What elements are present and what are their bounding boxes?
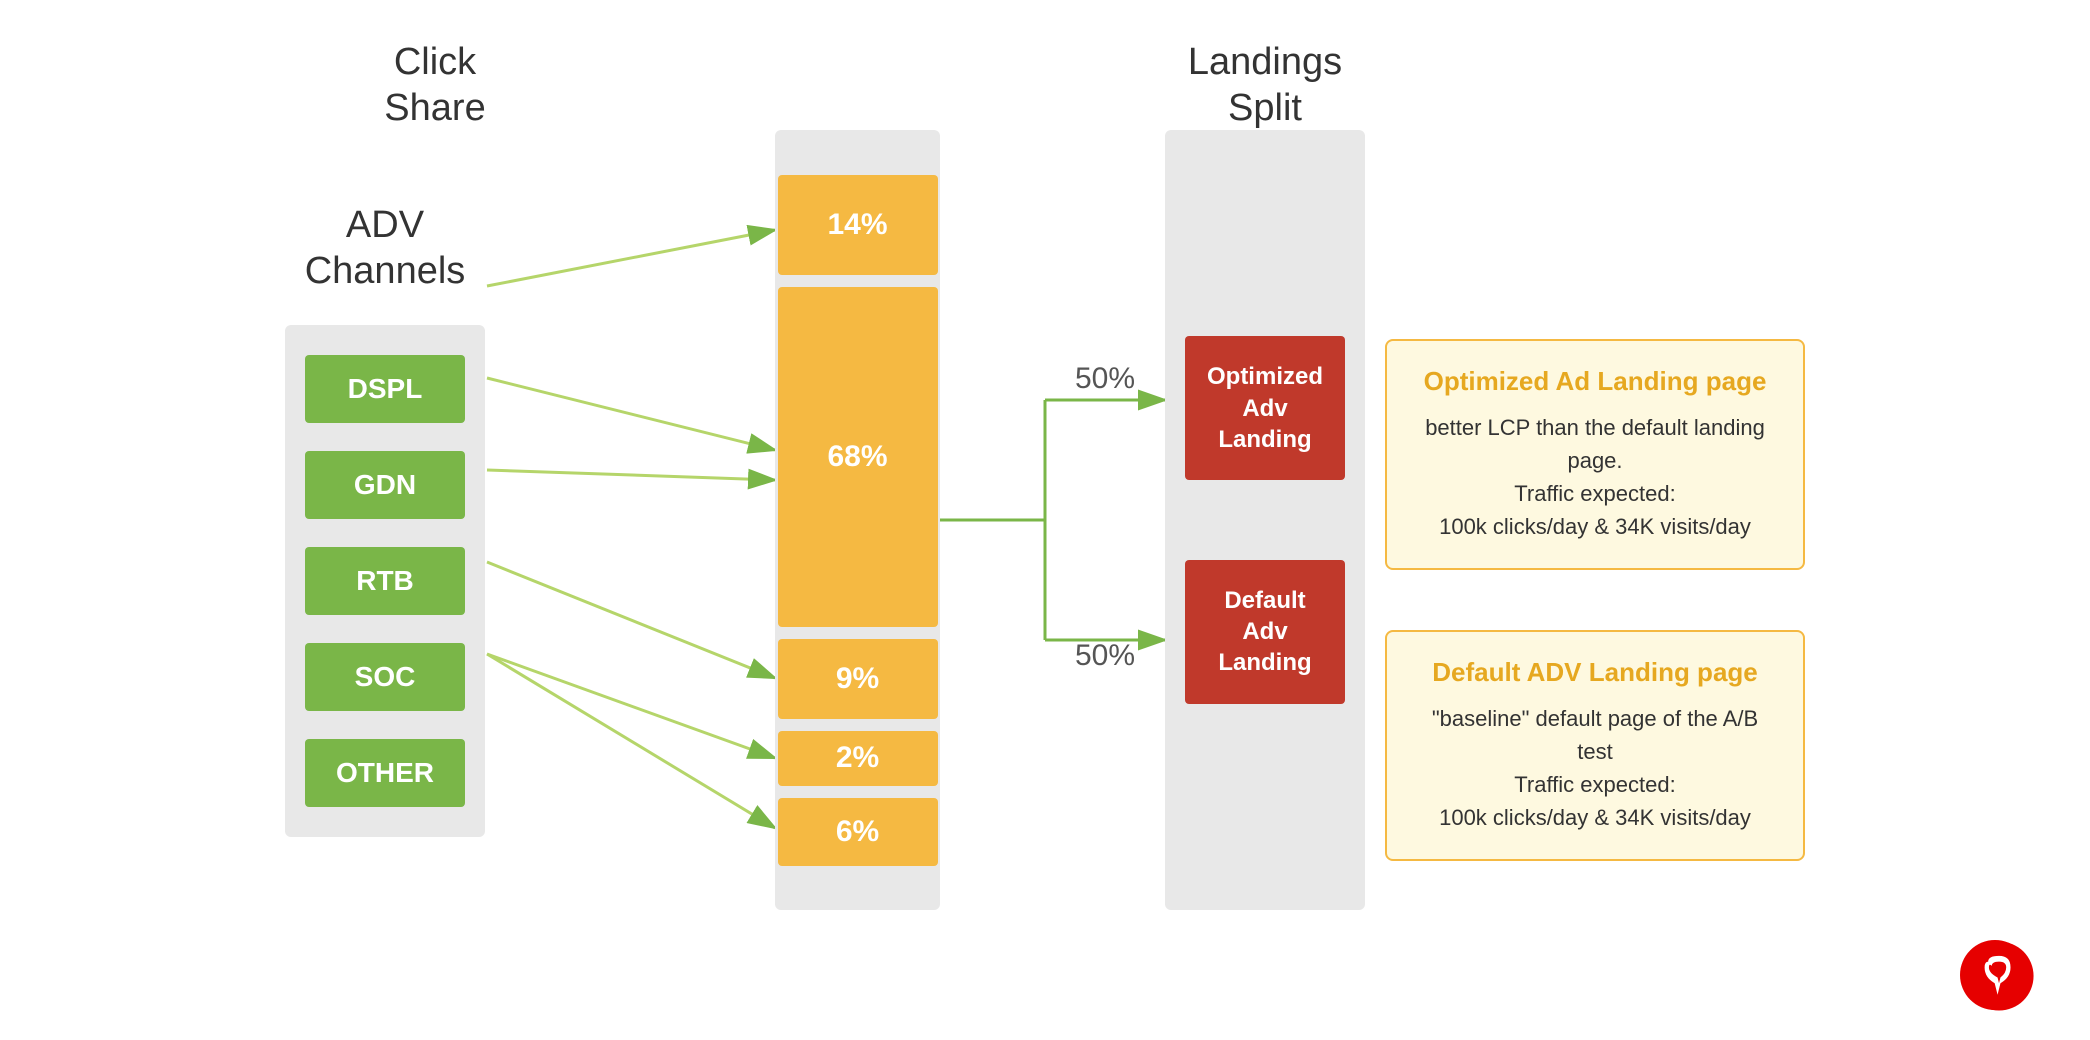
landing-optimized: Optimized Adv Landing [1185,336,1345,480]
svg-text:50%: 50% [1075,362,1135,395]
info-card-optimized: Optimized Ad Landing page better LCP tha… [1385,339,1805,570]
click-9: 9% [778,639,938,719]
channel-rtb: RTB [305,547,465,615]
adv-channels-header: ADV Channels [305,203,466,294]
adv-panel: DSPL GDN RTB SOC OTHER [285,325,485,837]
click-14: 14% [778,175,938,275]
click-6: 6% [778,798,938,866]
click-68: 68% [778,287,938,627]
channel-soc: SOC [305,643,465,711]
channel-other: OTHER [305,739,465,807]
info-card-default-body: "baseline" default page of the A/B test … [1415,702,1775,834]
click-2: 2% [778,731,938,786]
info-card-default-title: Default ADV Landing page [1415,657,1775,688]
vodafone-logo [1963,940,2035,1012]
channel-dspl: DSPL [305,355,465,423]
landing-default: Default Adv Landing [1185,560,1345,704]
landings-split-panel: Optimized Adv Landing Default Adv Landin… [1165,130,1365,910]
connector-area: 50% 50% 14% 68% 9% 2% 6% Optimized Adv L… [485,130,1385,910]
info-card-optimized-title: Optimized Ad Landing page [1415,366,1775,397]
info-cards-column: Optimized Ad Landing page better LCP tha… [1385,179,1805,861]
info-card-default: Default ADV Landing page "baseline" defa… [1385,630,1805,861]
channel-gdn: GDN [305,451,465,519]
svg-text:50%: 50% [1075,639,1135,672]
info-card-optimized-body: better LCP than the default landing page… [1415,411,1775,543]
main-diagram: ADV Channels DSPL GDN RTB SOC OTHER [0,0,2090,1040]
click-share-panel: 14% 68% 9% 2% 6% [775,130,940,910]
adv-channels-column: ADV Channels DSPL GDN RTB SOC OTHER [285,203,485,836]
